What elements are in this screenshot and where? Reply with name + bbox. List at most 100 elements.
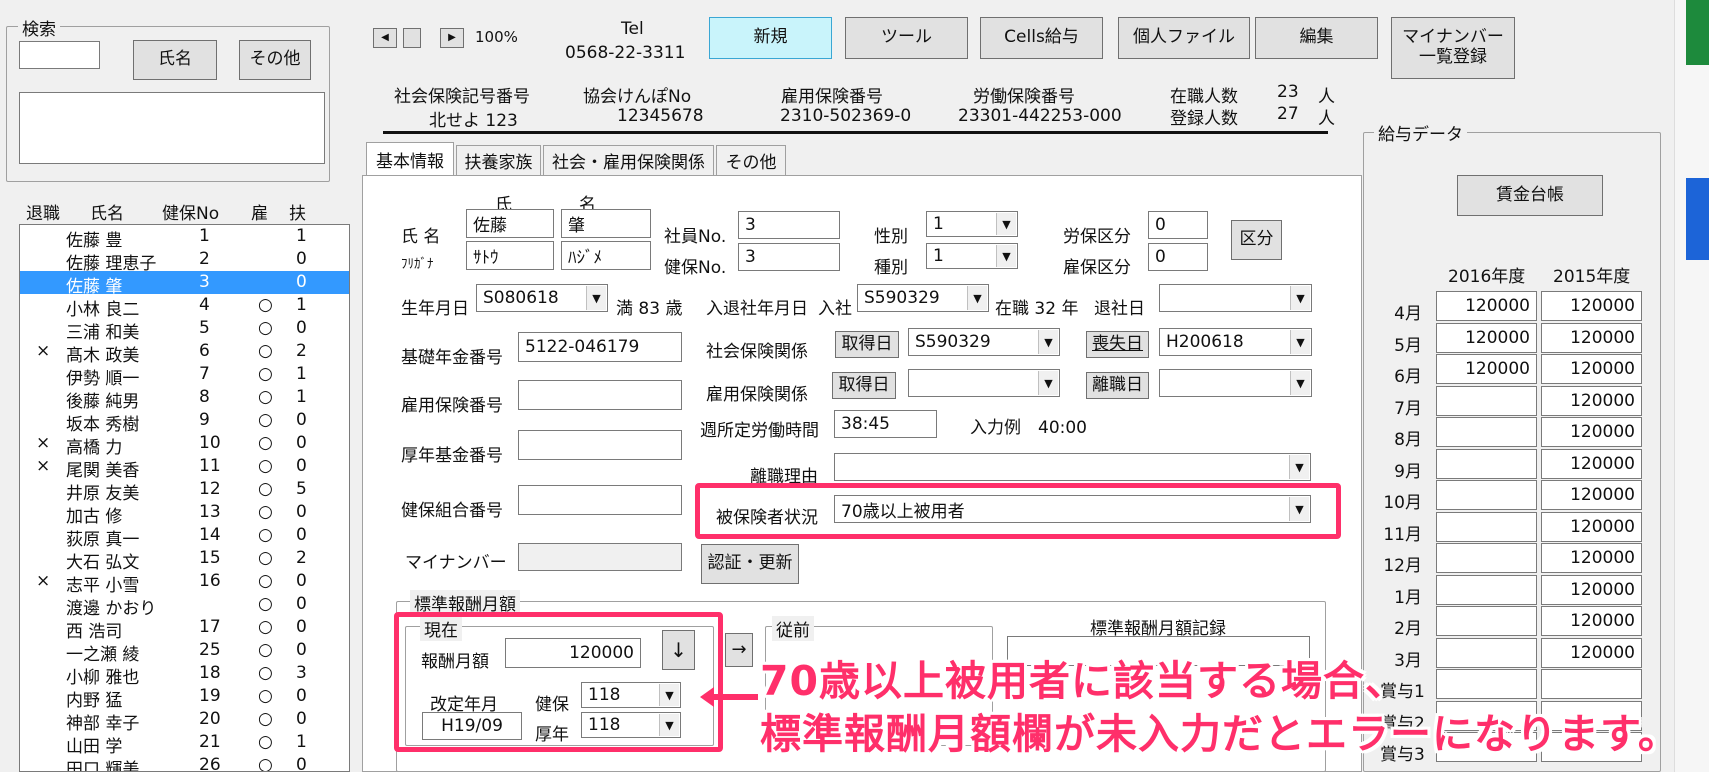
employee-row[interactable]: × 高橋 力 10 ○ 0 — [20, 432, 349, 458]
pay-2016-input[interactable] — [1436, 448, 1537, 479]
employee-row[interactable]: 一之瀬 綾 25 ○ 0 — [20, 639, 349, 665]
search-results-box[interactable] — [19, 92, 325, 164]
mei-kana-input[interactable]: ﾊｼﾞﾒ — [561, 241, 651, 270]
pay-2016-input[interactable] — [1436, 574, 1537, 605]
employee-row[interactable]: 山田 学 21 ○ 1 — [20, 731, 349, 757]
employee-row[interactable]: 伊勢 順一 7 ○ 1 — [20, 363, 349, 389]
pay-2016-input[interactable] — [1436, 511, 1537, 542]
kousei-input[interactable] — [518, 430, 682, 460]
pay-2016-input[interactable]: 120000 — [1436, 322, 1537, 353]
edit-button[interactable]: 編集 — [1255, 17, 1378, 59]
birth-select[interactable]: S080618 ▼ — [476, 284, 608, 312]
employee-row[interactable]: 坂本 秀樹 9 ○ 0 — [20, 409, 349, 435]
rishoku-button[interactable]: 離職日 — [1086, 372, 1149, 399]
tab-insurance[interactable]: 社会・雇用保険関係 — [543, 145, 714, 175]
employee-row[interactable]: × 尾関 美香 11 ○ 0 — [20, 455, 349, 481]
chevron-down-icon[interactable]: ▼ — [586, 286, 606, 310]
mei-input[interactable]: 肇 — [561, 209, 651, 238]
chevron-down-icon[interactable]: ▼ — [996, 213, 1016, 235]
kumiai-input[interactable] — [518, 485, 682, 515]
employee-row[interactable]: 小林 良二 4 ○ 1 — [20, 294, 349, 320]
rishoku-select[interactable]: ▼ — [1159, 369, 1312, 397]
employee-row[interactable]: 小柳 雅也 18 ○ 3 — [20, 662, 349, 688]
employee-row[interactable]: 神部 幸子 20 ○ 0 — [20, 708, 349, 734]
employee-row[interactable]: 後藤 純男 8 ○ 1 — [20, 386, 349, 412]
tool-button[interactable]: ツール — [845, 17, 968, 59]
cells-payroll-button[interactable]: Cells給与 — [980, 17, 1103, 59]
type-select[interactable]: 1 ▼ — [926, 243, 1018, 269]
employee-row[interactable]: 内野 猛 19 ○ 0 — [20, 685, 349, 711]
koyo-no-input[interactable] — [518, 380, 682, 410]
pay-2015-input[interactable]: 120000 — [1541, 480, 1642, 510]
employee-row[interactable]: 佐藤 豊11 — [20, 225, 349, 251]
chevron-down-icon[interactable]: ▼ — [1290, 286, 1310, 310]
pay-2015-input[interactable]: 120000 — [1541, 511, 1642, 542]
employee-row[interactable]: 加古 修 13 ○ 0 — [20, 501, 349, 527]
chevron-down-icon[interactable]: ▼ — [1038, 371, 1058, 395]
leave-select[interactable]: ▼ — [1159, 284, 1312, 312]
pay-2016-input[interactable] — [1436, 606, 1537, 636]
tab-other[interactable]: その他 — [716, 145, 786, 175]
chevron-down-icon[interactable]: ▼ — [996, 245, 1016, 267]
scroll-thumb[interactable] — [403, 28, 421, 48]
employee-row[interactable]: 田口 輝美 26 ○ 0 — [20, 754, 349, 771]
shain-no-input[interactable]: 3 — [738, 211, 840, 239]
employee-row[interactable]: × 志平 小雪 16 ○ 0 — [20, 570, 349, 596]
pay-2015-input[interactable]: 120000 — [1541, 354, 1642, 384]
employee-row[interactable]: 三浦 和美 5 ○ 0 — [20, 317, 349, 343]
kubun-button[interactable]: 区分 — [1231, 220, 1282, 260]
search-input[interactable] — [19, 41, 100, 69]
chevron-down-icon[interactable]: ▼ — [1289, 455, 1309, 479]
reason-select[interactable]: ▼ — [834, 453, 1311, 481]
shaho-lose-button[interactable]: 喪失日 — [1086, 331, 1149, 358]
wage-ledger-button[interactable]: 賃金台帳 — [1457, 175, 1603, 216]
sei-input[interactable]: 佐藤 — [466, 209, 554, 238]
pay-2016-input[interactable]: 120000 — [1436, 291, 1537, 321]
employee-row[interactable]: 佐藤 理恵子 2 0 — [20, 248, 349, 274]
chevron-down-icon[interactable]: ▼ — [1290, 330, 1310, 354]
employee-row[interactable]: × 髙木 政美 6 ○ 2 — [20, 340, 349, 366]
search-other-button[interactable]: その他 — [239, 40, 311, 80]
hours-input[interactable]: 38:45 — [834, 410, 937, 438]
chevron-down-icon[interactable]: ▼ — [1290, 371, 1310, 395]
pay-2015-input[interactable]: 120000 — [1541, 637, 1642, 668]
new-button[interactable]: 新規 — [709, 17, 832, 59]
pay-2016-input[interactable] — [1436, 637, 1537, 668]
tab-basic[interactable]: 基本情報 — [366, 142, 454, 176]
sei-kana-input[interactable]: ｻﾄｳ — [466, 241, 554, 270]
pay-2015-input[interactable]: 120000 — [1541, 574, 1642, 605]
pay-2016-input[interactable] — [1436, 543, 1537, 573]
employee-row[interactable]: 井原 友美 12 ○ 5 — [20, 478, 349, 504]
auth-update-button[interactable]: 認証・更新 — [701, 544, 799, 584]
kiso-input[interactable]: 5122-046179 — [518, 332, 682, 362]
koyo-get-select[interactable]: ▼ — [908, 369, 1060, 397]
shaho-lose-select[interactable]: H200618 ▼ — [1159, 328, 1312, 356]
pay-2015-input[interactable]: 120000 — [1541, 543, 1642, 573]
chevron-down-icon[interactable]: ▼ — [1038, 330, 1058, 354]
rouho-input[interactable]: 0 — [1148, 211, 1208, 239]
pay-2016-input[interactable] — [1436, 669, 1537, 699]
pay-2016-input[interactable]: 120000 — [1436, 354, 1537, 384]
shaho-get-select[interactable]: S590329 ▼ — [908, 328, 1060, 356]
pay-2015-input[interactable]: 120000 — [1541, 291, 1642, 321]
kenpo-no-input[interactable]: 3 — [738, 243, 840, 271]
pay-2016-input[interactable] — [1436, 385, 1537, 416]
employee-row[interactable]: 佐藤 肇30 — [20, 271, 349, 297]
copy-right-button[interactable]: → — [725, 633, 753, 667]
pay-2016-input[interactable] — [1436, 480, 1537, 510]
employee-row[interactable]: 荻原 真一 14 ○ 0 — [20, 524, 349, 550]
sex-select[interactable]: 1 ▼ — [926, 211, 1018, 237]
koyo-get-button[interactable]: 取得日 — [832, 372, 896, 399]
personal-file-button[interactable]: 個人ファイル — [1118, 17, 1250, 59]
search-name-button[interactable]: 氏名 — [133, 40, 217, 80]
mynumber-input[interactable] — [518, 543, 682, 571]
pay-2016-input[interactable] — [1436, 417, 1537, 447]
koho-input[interactable]: 0 — [1148, 243, 1208, 271]
join-select[interactable]: S590329 ▼ — [857, 284, 989, 312]
pay-2015-input[interactable]: 120000 — [1541, 448, 1642, 479]
pay-2015-input[interactable]: 120000 — [1541, 417, 1642, 447]
pay-2015-input[interactable]: 120000 — [1541, 606, 1642, 636]
scroll-right-button[interactable]: ▶ — [440, 28, 464, 48]
employee-row[interactable]: 渡邊 かおり ○ 0 — [20, 593, 349, 619]
pay-2015-input[interactable]: 120000 — [1541, 385, 1642, 416]
